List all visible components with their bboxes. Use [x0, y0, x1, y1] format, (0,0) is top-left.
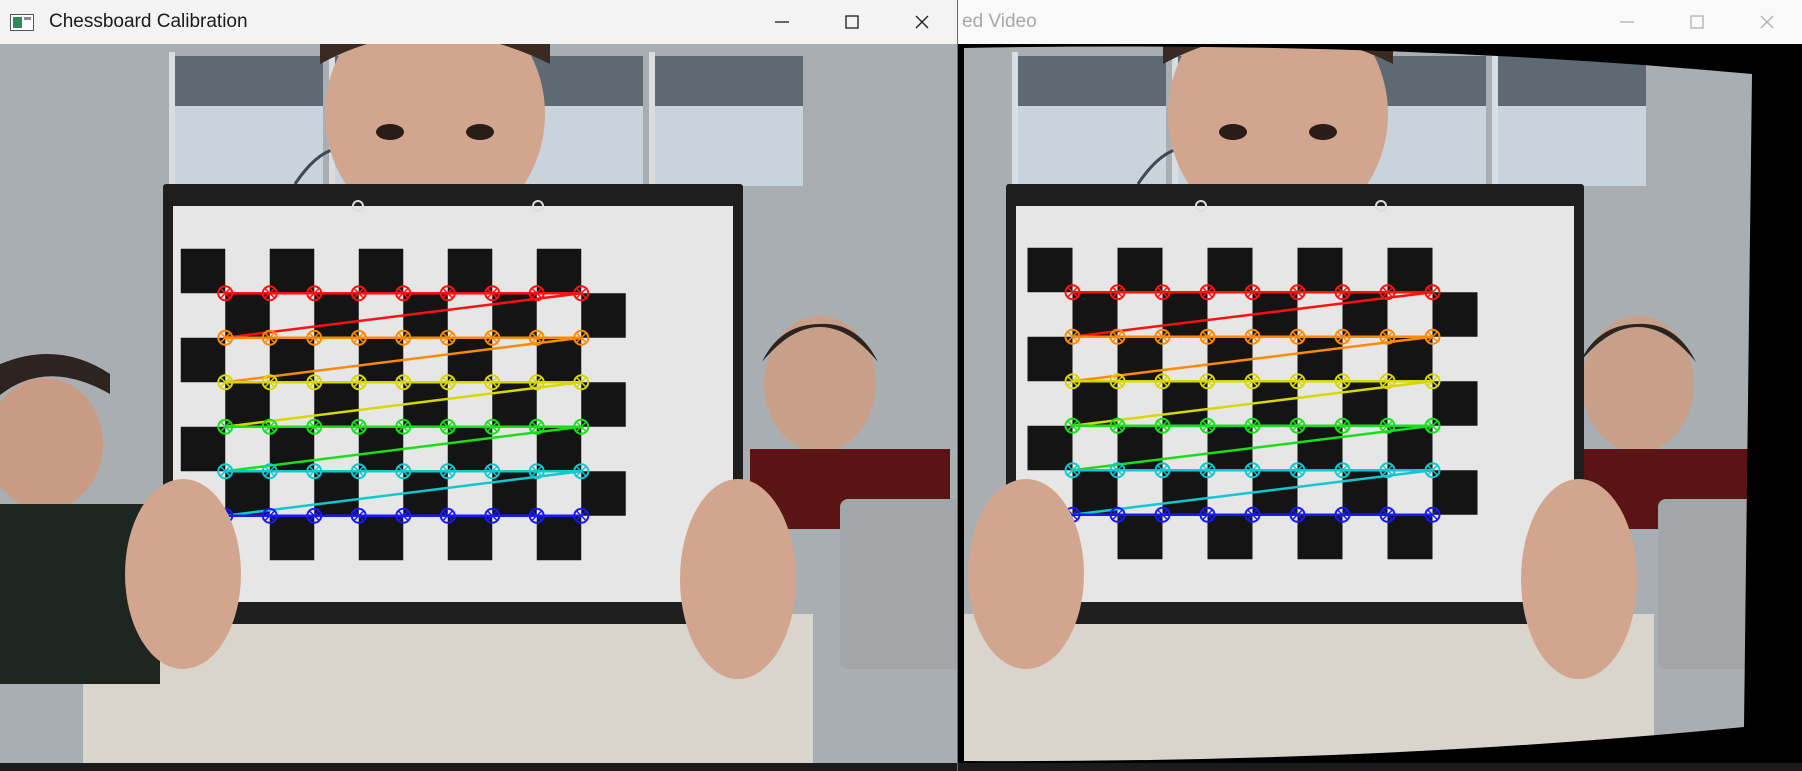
minimize-icon: [1620, 21, 1634, 23]
chess-square: [225, 471, 270, 516]
chess-square: [1387, 247, 1433, 293]
chess-square: [447, 426, 493, 472]
chess-square: [1297, 336, 1343, 382]
chess-square: [269, 515, 315, 561]
left-hand: [968, 479, 1084, 669]
bottom-strip: [958, 763, 1802, 771]
chess-square: [581, 382, 626, 427]
chess-square: [536, 337, 582, 383]
chess-square: [1387, 425, 1433, 471]
blind: [175, 56, 323, 106]
chess-square: [1297, 425, 1343, 471]
chess-square: [447, 248, 493, 294]
chess-square: [180, 426, 226, 472]
right-eye: [466, 124, 494, 140]
app-icon: [10, 13, 34, 31]
undistorted-camera-image: [958, 44, 1802, 771]
chess-square: [269, 248, 315, 294]
maximize-icon: [1690, 15, 1704, 29]
laptop: [840, 499, 957, 669]
chess-square: [536, 426, 582, 472]
chess-square: [314, 471, 359, 516]
bystander-face-right: [1582, 316, 1694, 452]
undistorted-video-window[interactable]: ed Video: [958, 0, 1802, 771]
chess-square: [1072, 381, 1118, 426]
chess-square: [536, 248, 582, 294]
right-hand: [680, 479, 796, 679]
minimize-button[interactable]: [1592, 0, 1662, 44]
right-eye: [1309, 124, 1337, 140]
maximize-icon: [845, 15, 859, 29]
chess-square: [1027, 425, 1073, 471]
chess-square: [1387, 514, 1433, 560]
blind: [1018, 56, 1166, 106]
left-eye: [376, 124, 404, 140]
chess-square: [225, 293, 270, 338]
chess-square: [1027, 247, 1073, 293]
chess-square: [1072, 470, 1118, 515]
chess-square: [1432, 470, 1478, 515]
minimize-button[interactable]: [747, 0, 817, 44]
chess-square: [581, 293, 626, 338]
close-icon: [1760, 15, 1774, 29]
chess-square: [1207, 514, 1253, 560]
left-eye: [1219, 124, 1247, 140]
chess-square: [1162, 292, 1208, 337]
right-hand: [1521, 479, 1637, 679]
close-icon: [915, 15, 929, 29]
left-hand: [125, 479, 241, 669]
chess-square: [1117, 247, 1163, 293]
close-button[interactable]: [887, 0, 957, 44]
chess-square: [1207, 247, 1253, 293]
chess-square: [314, 293, 359, 338]
minimize-icon: [775, 21, 789, 23]
chess-square: [1387, 336, 1433, 382]
maximize-button[interactable]: [817, 0, 887, 44]
blind: [655, 56, 803, 106]
chess-square: [180, 248, 226, 294]
video-frame: [958, 44, 1802, 771]
bystander-face-right: [764, 316, 876, 452]
chess-square: [1297, 247, 1343, 293]
window-title: Chessboard Calibration: [49, 11, 248, 32]
chess-square: [1072, 292, 1118, 337]
chess-square: [358, 515, 404, 561]
maximize-button[interactable]: [1662, 0, 1732, 44]
window-title: ed Video: [962, 11, 1037, 32]
chess-square: [581, 471, 626, 516]
chess-square: [447, 515, 493, 561]
chess-square: [314, 382, 359, 427]
chess-square: [1432, 292, 1478, 337]
video-frame: [0, 44, 957, 771]
calibration-camera-image: [0, 44, 957, 771]
chess-square: [1162, 470, 1208, 515]
chess-square: [1432, 381, 1478, 426]
chess-square: [180, 337, 226, 383]
close-button[interactable]: [1732, 0, 1802, 44]
bottom-strip: [0, 763, 957, 771]
chess-square: [1117, 514, 1163, 560]
chess-square: [1297, 514, 1343, 560]
chess-square: [447, 337, 493, 383]
title-bar[interactable]: Chessboard Calibration: [0, 0, 957, 44]
chess-square: [358, 248, 404, 294]
chess-square: [536, 515, 582, 561]
chess-square: [225, 382, 270, 427]
chessboard-calibration-window[interactable]: Chessboard Calibration: [0, 0, 958, 771]
title-bar[interactable]: ed Video: [958, 0, 1802, 44]
chess-square: [1027, 336, 1073, 382]
chess-square: [1162, 381, 1208, 426]
